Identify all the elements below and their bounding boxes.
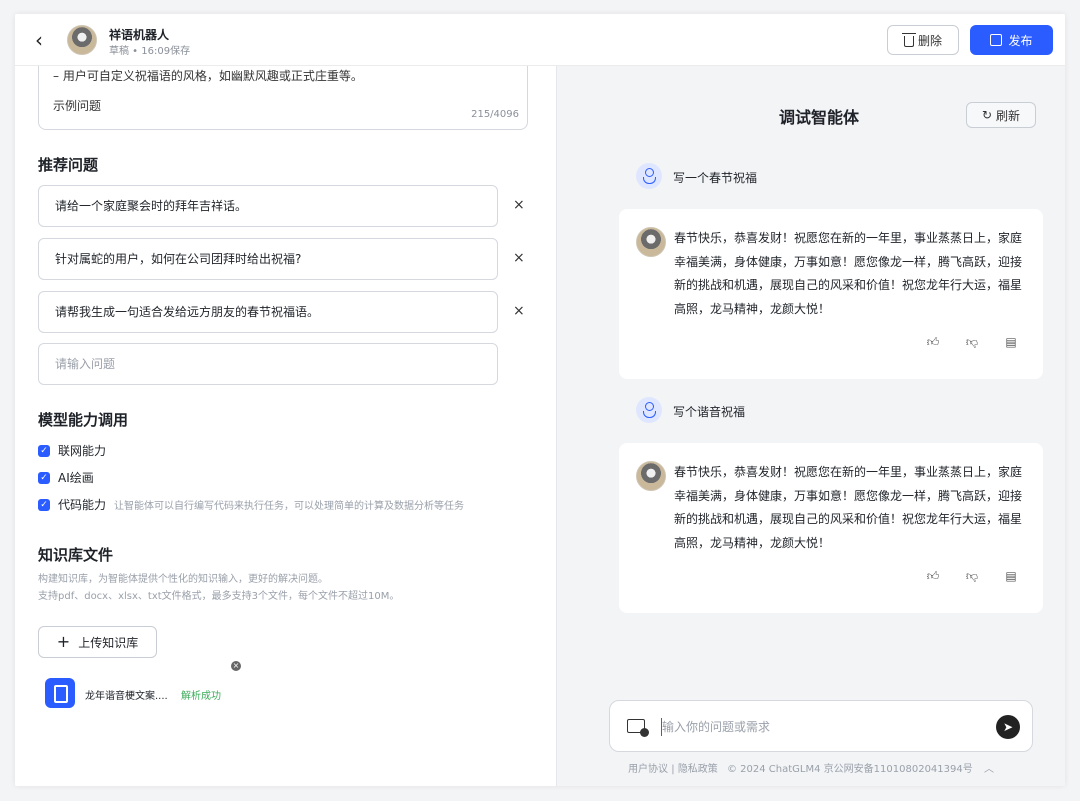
copy-icon[interactable]: ▤ <box>1004 335 1018 349</box>
checkbox-checked-icon[interactable]: ✓ <box>38 498 50 511</box>
remove-question-3-icon[interactable]: × <box>513 303 525 319</box>
chat-input[interactable] <box>662 717 982 737</box>
capability-label: 代码能力 <box>58 498 107 512</box>
refresh-icon: ↻ <box>981 108 993 122</box>
bot-name: 祥语机器人 <box>109 28 170 42</box>
upload-label: 上传知识库 <box>78 635 139 650</box>
top-bar: ‹ 祥语机器人 草稿 • 16:09保存 删除 发布 <box>15 14 1065 66</box>
upload-icon <box>990 34 1003 46</box>
plus-icon: + <box>56 632 71 651</box>
knowledge-description: 构建知识库，为智能体提供个性化的知识输入，更好的解决问题。 <box>38 574 328 585</box>
knowledge-formats: 支持pdf、docx、xlsx、txt文件格式，最多支持3个文件，每个文件不超过… <box>38 591 400 602</box>
publish-button[interactable]: 发布 <box>970 25 1053 55</box>
checkbox-checked-icon[interactable]: ✓ <box>38 444 50 457</box>
capability-description: 让智能体可以自行编写代码来执行任务，可以处理简单的计算及数据分析等任务 <box>114 501 465 512</box>
remove-file-icon[interactable]: × <box>231 661 241 671</box>
bot-reply-text: 春节快乐，恭喜发财！祝愿您在新的一年里，事业蒸蒸日上，家庭幸福美满，身体健康，万… <box>674 231 1023 316</box>
attach-folder-icon[interactable] <box>627 719 649 737</box>
knowledge-title: 知识库文件 <box>38 546 114 564</box>
footer: 用户协议 | 隐私政策 © 2024 ChatGLM4 京公网安备1101080… <box>557 760 1065 775</box>
thumbs-up-icon[interactable]: 👍︎ <box>926 569 940 583</box>
suggested-question-2[interactable]: 针对属蛇的用户，如何在公司团拜时给出祝福? <box>38 238 498 280</box>
publish-label: 发布 <box>1008 33 1033 48</box>
new-question-input[interactable]: 请输入问题 <box>38 343 498 385</box>
refresh-button[interactable]: ↻ 刷新 <box>966 102 1036 128</box>
bot-reply-text: 春节快乐，恭喜发财！祝愿您在新的一年里，事业蒸蒸日上，家庭幸福美满，身体健康，万… <box>674 465 1023 550</box>
bot-reply-card: 春节快乐，恭喜发财！祝愿您在新的一年里，事业蒸蒸日上，家庭幸福美满，身体健康，万… <box>619 209 1043 379</box>
suggested-question-3[interactable]: 请帮我生成一句适合发给远方朋友的春节祝福语。 <box>38 291 498 333</box>
config-panel: – 用户可自定义祝福语的风格，如幽默风趣或正式庄重等。 示例问题 215/409… <box>15 66 556 786</box>
bot-avatar <box>67 25 97 55</box>
privacy-link[interactable]: 隐私政策 <box>678 764 718 775</box>
draft-status: 草稿 • 16:09保存 <box>109 46 191 57</box>
prompt-textarea[interactable]: – 用户可自定义祝福语的风格，如幽默风趣或正式庄重等。 示例问题 215/409… <box>38 66 528 130</box>
suggested-questions-title: 推荐问题 <box>38 156 99 174</box>
bot-reply-card: 春节快乐，恭喜发财！祝愿您在新的一年里，事业蒸蒸日上，家庭幸福美满，身体健康，万… <box>619 443 1043 613</box>
capability-ai-drawing[interactable]: ✓ AI绘画 <box>38 469 94 486</box>
thumbs-up-icon[interactable]: 👍︎ <box>926 335 940 349</box>
document-icon <box>45 678 75 708</box>
back-arrow-icon[interactable]: ‹ <box>35 28 55 52</box>
chat-input-bar: ➤ <box>609 700 1033 752</box>
chevron-up-icon[interactable]: ︿ <box>984 764 994 775</box>
capabilities-title: 模型能力调用 <box>38 411 129 429</box>
app-window: ‹ 祥语机器人 草稿 • 16:09保存 删除 发布 – 用户可自定义祝福语的风… <box>15 14 1065 786</box>
user-icon <box>636 397 662 423</box>
bot-avatar <box>636 461 666 491</box>
user-message: 写一个春节祝福 <box>673 171 758 185</box>
debug-panel: 调试智能体 ↻ 刷新 写一个春节祝福 春节快乐，恭喜发财！祝愿您在新的一年里，事… <box>557 66 1065 786</box>
copyright-text: © 2024 ChatGLM4 京公网安备11010802041394号 <box>727 764 973 775</box>
file-name[interactable]: 龙年谐音梗文案.... <box>85 687 168 702</box>
capability-label: 联网能力 <box>58 444 107 458</box>
user-icon <box>636 163 662 189</box>
copy-icon[interactable]: ▤ <box>1004 569 1018 583</box>
upload-knowledge-button[interactable]: + 上传知识库 <box>38 626 157 658</box>
debug-title: 调试智能体 <box>779 108 860 127</box>
delete-label: 删除 <box>917 33 942 48</box>
terms-link[interactable]: 用户协议 <box>628 764 668 775</box>
thumbs-down-icon[interactable]: 👎︎ <box>965 335 979 349</box>
file-status: 解析成功 <box>181 691 221 702</box>
remove-question-2-icon[interactable]: × <box>513 250 525 266</box>
suggested-question-1[interactable]: 请给一个家庭聚会时的拜年吉祥话。 <box>38 185 498 227</box>
checkbox-checked-icon[interactable]: ✓ <box>38 471 50 484</box>
user-message: 写个谐音祝福 <box>673 405 746 419</box>
trash-icon <box>901 32 916 47</box>
remove-question-1-icon[interactable]: × <box>513 197 525 213</box>
capability-label: AI绘画 <box>58 471 94 485</box>
refresh-label: 刷新 <box>996 108 1021 123</box>
thumbs-down-icon[interactable]: 👎︎ <box>965 569 979 583</box>
send-icon[interactable]: ➤ <box>996 715 1020 739</box>
capability-code[interactable]: ✓ 代码能力 让智能体可以自行编写代码来执行任务，可以处理简单的计算及数据分析等… <box>38 496 464 513</box>
prompt-text-line: – 用户可自定义祝福语的风格，如幽默风趣或正式庄重等。 <box>53 69 363 83</box>
bot-avatar <box>636 227 666 257</box>
capability-web[interactable]: ✓ 联网能力 <box>38 442 106 459</box>
delete-button[interactable]: 删除 <box>887 25 959 55</box>
char-counter: 215/4096 <box>471 109 519 120</box>
prompt-text-line: 示例问题 <box>53 99 102 113</box>
